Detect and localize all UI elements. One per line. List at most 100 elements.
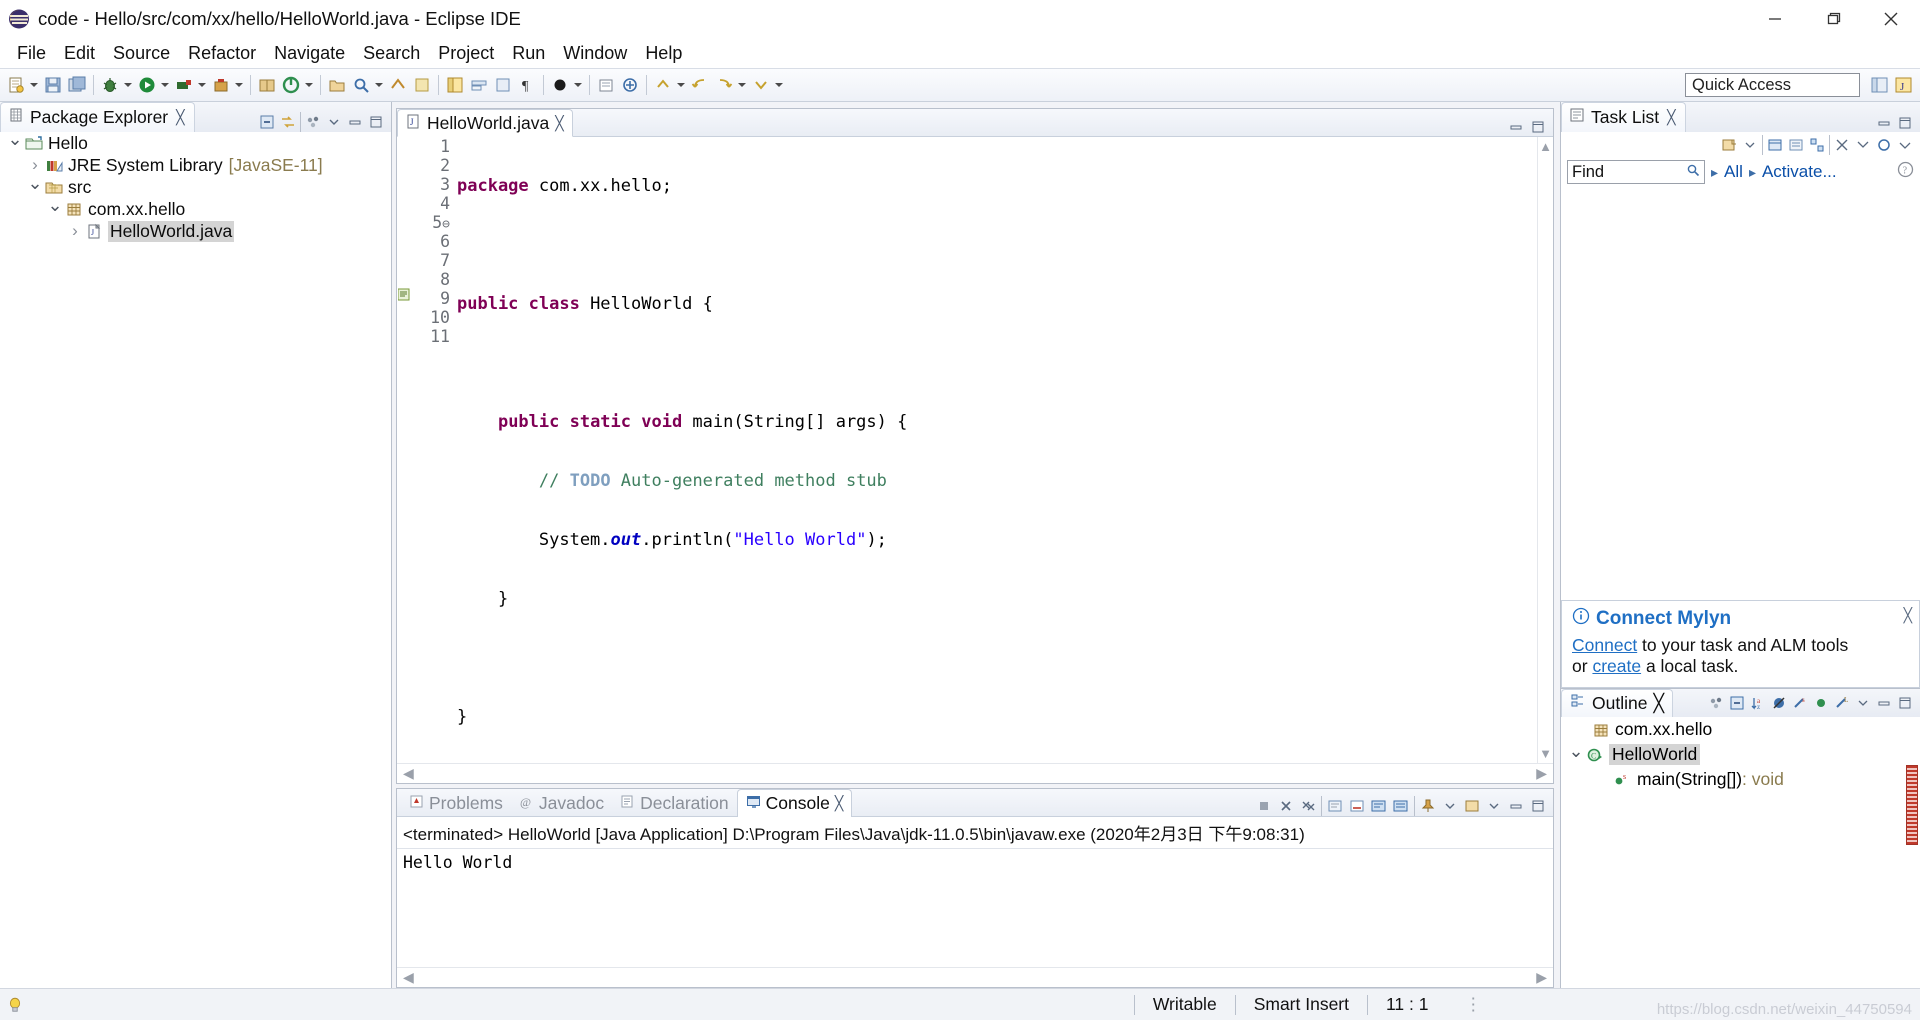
scroll-left-icon[interactable]: ◀	[403, 765, 414, 782]
collapse-all-icon[interactable]	[1854, 136, 1872, 154]
view-menu-icon[interactable]	[304, 113, 322, 131]
tab-outline[interactable]: Outline ╳	[1561, 689, 1673, 717]
run-external-tools-icon[interactable]	[173, 73, 195, 97]
scroll-up-icon[interactable]: ▲	[1539, 139, 1552, 154]
activate-link[interactable]: Activate...	[1762, 162, 1837, 182]
minimize-button[interactable]	[1746, 0, 1804, 38]
tab-declaration[interactable]: Declaration	[612, 790, 737, 816]
console-horizontal-scrollbar[interactable]: ◀ ▶	[397, 967, 1553, 987]
search-icon[interactable]	[350, 73, 372, 97]
toggle-breadcrumb-icon[interactable]	[468, 73, 490, 97]
chevron-down-icon[interactable]	[1567, 751, 1585, 759]
pin-console-icon[interactable]	[1419, 797, 1437, 815]
back-icon[interactable]	[689, 73, 711, 97]
maximize-view-icon[interactable]	[367, 113, 385, 131]
new-task-icon[interactable]	[1720, 136, 1738, 154]
minimize-icon[interactable]	[1507, 797, 1525, 815]
view-menu-dots-icon[interactable]	[1707, 694, 1725, 712]
tab-package-explorer[interactable]: Package Explorer ╳	[0, 102, 195, 132]
save-icon[interactable]	[42, 73, 64, 97]
console-output[interactable]: Hello World	[397, 849, 1553, 967]
tab-javadoc[interactable]: @ Javadoc	[511, 790, 612, 816]
debug-dropdown-icon[interactable]	[122, 73, 133, 97]
outline-item-class[interactable]: C HelloWorld	[1561, 742, 1920, 767]
collapse-all-icon[interactable]	[258, 113, 276, 131]
tree-item-com-xx-hello[interactable]: com.xx.hello	[0, 198, 391, 220]
fold-collapse-icon[interactable]: ⊖	[442, 217, 450, 232]
scroll-right-icon[interactable]: ▶	[1536, 765, 1547, 782]
display-selected-console-icon[interactable]	[1441, 797, 1459, 815]
new-wizard-dropdown-icon[interactable]	[28, 73, 39, 97]
save-all-icon[interactable]	[66, 73, 88, 97]
link-with-editor-icon[interactable]	[279, 113, 297, 131]
outline-item-package[interactable]: com.xx.hello	[1561, 717, 1920, 742]
menu-window[interactable]: Window	[554, 41, 636, 66]
editor-horizontal-scrollbar[interactable]: ◀ ▶	[397, 763, 1553, 783]
close-icon[interactable]: ╳	[1667, 109, 1675, 126]
minimize-icon[interactable]	[1507, 118, 1525, 136]
search-icon[interactable]	[1686, 163, 1700, 182]
run-coverage-icon[interactable]	[210, 73, 232, 97]
run-icon[interactable]	[136, 73, 158, 97]
hide-local-types-icon[interactable]: L	[1833, 694, 1851, 712]
close-icon[interactable]: ╳	[176, 109, 184, 126]
open-perspective-icon[interactable]	[1869, 73, 1891, 97]
pilcrow-icon[interactable]: ¶	[516, 73, 538, 97]
hide-nonpublic-icon[interactable]	[1812, 694, 1830, 712]
chevron-down-icon[interactable]	[26, 183, 44, 191]
quick-fix-bulb[interactable]	[0, 997, 30, 1013]
close-icon[interactable]: ╳	[555, 115, 563, 132]
synchronize-icon[interactable]	[1875, 136, 1893, 154]
open-console-icon[interactable]	[1463, 797, 1481, 815]
new-java-project-icon[interactable]	[280, 73, 302, 97]
remove-launch-icon[interactable]	[1277, 797, 1295, 815]
minimize-icon[interactable]	[1875, 694, 1893, 712]
outline-scrollbar[interactable]	[1906, 765, 1918, 845]
view-menu-icon[interactable]	[1896, 136, 1914, 154]
focus-on-workweek-icon[interactable]	[1833, 136, 1851, 154]
remove-all-launches-icon[interactable]	[1299, 797, 1317, 815]
chevron-right-icon[interactable]: ▸	[1711, 164, 1718, 181]
minimize-icon[interactable]	[346, 113, 364, 131]
new-java-dropdown-icon[interactable]	[303, 73, 314, 97]
previous-annotation-dropdown-icon[interactable]	[675, 73, 686, 97]
new-task-dropdown-icon[interactable]	[1741, 136, 1759, 154]
close-icon[interactable]: ╳	[835, 795, 843, 812]
maximize-icon[interactable]	[1529, 797, 1547, 815]
search-dropdown-icon[interactable]	[373, 73, 384, 97]
scroll-left-icon[interactable]: ◀	[403, 969, 414, 986]
show-whitespace-icon[interactable]	[492, 73, 514, 97]
menu-source[interactable]: Source	[104, 41, 179, 66]
skip-breakpoints-icon[interactable]	[549, 73, 571, 97]
scroll-lock-icon[interactable]	[1348, 797, 1366, 815]
previous-annotation-icon[interactable]	[652, 73, 674, 97]
hide-static-icon[interactable]: s	[1791, 694, 1809, 712]
show-console-on-error-icon[interactable]	[1392, 797, 1410, 815]
chevron-right-icon[interactable]	[66, 221, 84, 241]
schedule-icon[interactable]	[1766, 136, 1784, 154]
maximize-icon[interactable]	[1896, 114, 1914, 132]
chevron-right-icon-2[interactable]: ▸	[1749, 164, 1756, 181]
menu-search[interactable]: Search	[354, 41, 429, 66]
tree-item-hello[interactable]: Hello	[0, 132, 391, 154]
outline-tree[interactable]: com.xx.hello C HelloWorld s main(String	[1561, 717, 1920, 988]
connect-link[interactable]: Connect	[1572, 635, 1637, 655]
menu-help[interactable]: Help	[636, 41, 691, 66]
java-perspective-icon[interactable]	[444, 73, 466, 97]
open-task-icon[interactable]	[595, 73, 617, 97]
task-list-empty-area[interactable]	[1561, 188, 1920, 600]
new-wizard-icon[interactable]	[5, 73, 27, 97]
editor-vertical-scrollbar[interactable]: ▲ ▼	[1537, 137, 1553, 763]
tab-helloworld-java[interactable]: J HelloWorld.java ╳	[397, 109, 573, 137]
menu-project[interactable]: Project	[429, 41, 503, 66]
chevron-right-icon[interactable]	[26, 155, 44, 175]
menu-file[interactable]: File	[8, 41, 55, 66]
collapse-all-icon[interactable]	[1728, 694, 1746, 712]
group-tasks-icon[interactable]	[1808, 136, 1826, 154]
all-filter-link[interactable]: All	[1724, 162, 1743, 182]
code-text-area[interactable]: package com.xx.hello; public class Hello…	[457, 137, 1537, 763]
marker-bar[interactable]	[397, 137, 411, 763]
tree-item-helloworld-java[interactable]: J HelloWorld.java	[0, 220, 391, 242]
open-type-icon[interactable]	[256, 73, 278, 97]
debug-icon[interactable]	[99, 73, 121, 97]
